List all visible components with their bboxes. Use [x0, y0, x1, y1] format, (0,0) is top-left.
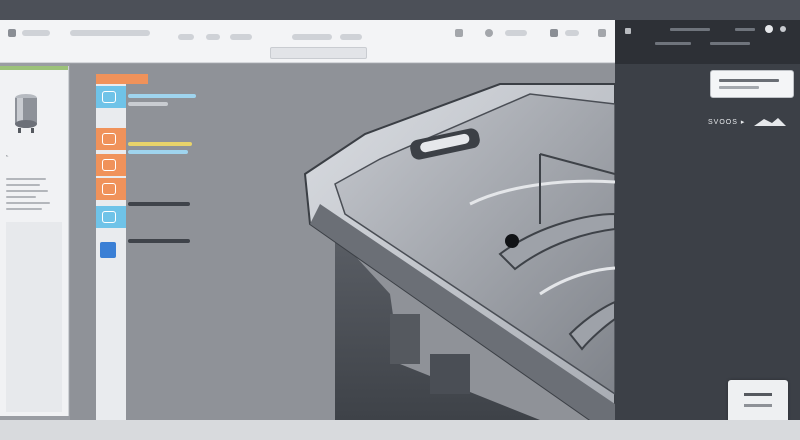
status-bar: [0, 420, 800, 440]
tool-label: [128, 202, 190, 206]
main-toolbar: [0, 20, 615, 63]
tool-label: [128, 102, 168, 106]
toolbar-menu[interactable]: [206, 34, 220, 40]
status-label: SVOOS ▸: [708, 119, 746, 126]
part-detail-line: [6, 208, 42, 210]
more-icon[interactable]: [625, 28, 631, 34]
toolbar-menu[interactable]: [230, 34, 252, 40]
cloud-icon: [754, 118, 786, 126]
toolbar-menu[interactable]: [22, 30, 50, 36]
clipboard-icon[interactable]: [550, 29, 558, 37]
tool-label: [128, 94, 196, 98]
layers-icon[interactable]: [96, 206, 126, 228]
header-label: [710, 42, 750, 45]
eye-icon[interactable]: [765, 25, 773, 33]
info-tooltip: [710, 70, 794, 98]
settings-icon[interactable]: [485, 29, 493, 37]
part-detail-line: [6, 184, 40, 186]
toolbar-menu[interactable]: [70, 30, 150, 36]
toolbar-menu[interactable]: [565, 30, 579, 36]
part-detail-line: [6, 178, 46, 180]
toolbar-menu[interactable]: [292, 34, 332, 40]
gear-icon[interactable]: [96, 178, 126, 200]
part-detail-line: [6, 190, 48, 192]
part-caption: 5·: [6, 154, 9, 158]
toolbar-menu[interactable]: [505, 30, 527, 36]
tool-label: [128, 150, 188, 154]
grid-icon[interactable]: [8, 29, 16, 37]
header-label: [670, 28, 710, 31]
part-detail-line: [6, 202, 50, 204]
toolbar-menu[interactable]: [178, 34, 194, 40]
search-input[interactable]: [270, 47, 367, 59]
properties-header: [615, 20, 800, 64]
panel-accent: [0, 66, 68, 70]
tool-strip-header: [96, 74, 148, 84]
tool-label: [128, 239, 190, 243]
list-icon[interactable]: [100, 242, 116, 258]
part-detail-line: [6, 196, 36, 198]
refresh-icon[interactable]: [455, 29, 463, 37]
link-icon[interactable]: [96, 128, 126, 150]
panel-list-area[interactable]: [6, 222, 62, 412]
water-drop-icon[interactable]: [96, 86, 126, 108]
share-icon[interactable]: [780, 26, 786, 32]
gear-icon[interactable]: [96, 154, 126, 176]
header-label: [655, 42, 691, 45]
search-icon[interactable]: [598, 29, 606, 37]
parts-panel: 5·: [0, 66, 69, 416]
toolbar-menu[interactable]: [340, 34, 362, 40]
cylinder-part-icon[interactable]: [8, 88, 48, 148]
header-label: [735, 28, 755, 31]
window-titlebar: [0, 0, 800, 20]
tool-label: [128, 142, 192, 146]
